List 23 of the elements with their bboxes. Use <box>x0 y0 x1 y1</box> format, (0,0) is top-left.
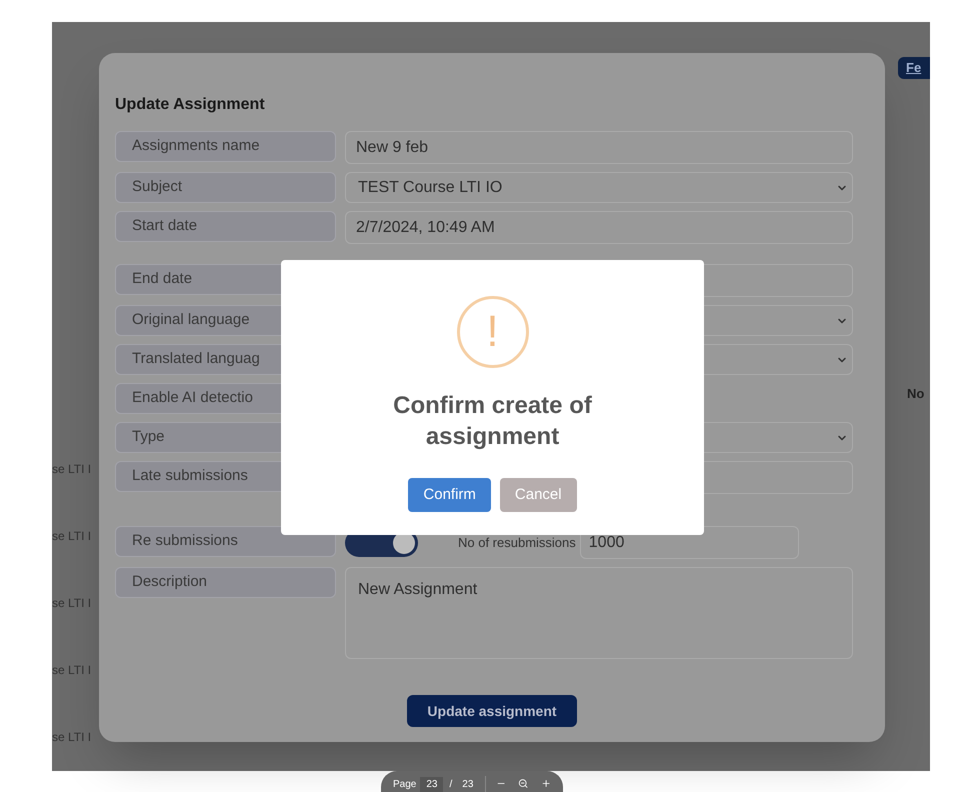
field-label: Subject <box>115 172 336 203</box>
input-field[interactable]: New 9 feb <box>345 131 853 164</box>
feedback-button[interactable]: Fe <box>898 57 930 79</box>
page-number-field[interactable]: 23 <box>420 777 444 792</box>
column-heading: No <box>907 385 924 403</box>
page-separator: / <box>449 778 452 792</box>
field-label: Description <box>115 567 336 598</box>
page-label: Page <box>393 778 416 792</box>
page-total: 23 <box>462 778 474 792</box>
modal-title: Update Assignment <box>115 95 266 115</box>
text-area[interactable]: New Assignment <box>345 567 853 659</box>
warning-icon: ! <box>456 296 528 368</box>
update-assignment-button[interactable]: Update assignment <box>407 695 577 727</box>
input-field[interactable]: 2/7/2024, 10:49 AM <box>345 211 853 244</box>
dialog-title: Confirm create of assignment <box>392 391 593 452</box>
field-label: Start date <box>115 211 336 242</box>
field-label: Re submissions <box>115 526 336 557</box>
confirm-button[interactable]: Confirm <box>408 478 491 512</box>
field-label: Assignments name <box>115 131 336 162</box>
zoom-plus-icon[interactable] <box>540 777 551 790</box>
zoom-out-icon[interactable] <box>518 777 529 790</box>
select-field[interactable]: TEST Course LTI IO <box>345 172 853 203</box>
field-label: No of resubmissions <box>458 534 576 552</box>
